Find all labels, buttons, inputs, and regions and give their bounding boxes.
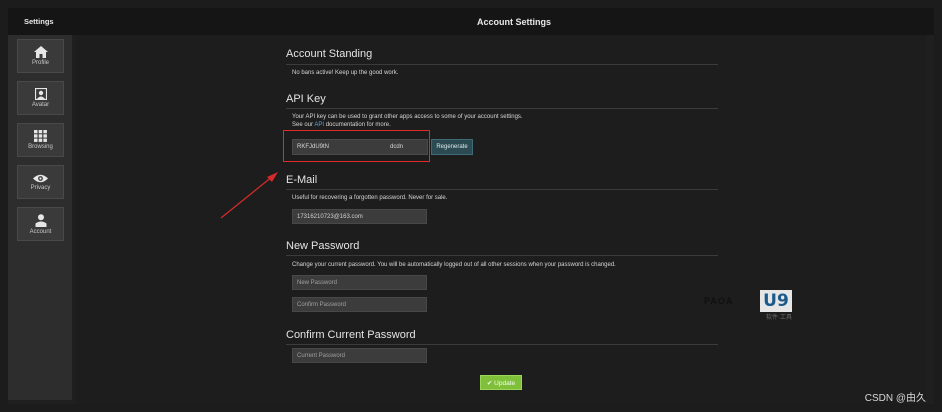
email-description: Useful for recovering a forgotten passwo…: [292, 195, 448, 201]
divider: [286, 189, 718, 190]
section-title-new-password: New Password: [286, 240, 360, 252]
sidebar-item-label: Browsing: [28, 144, 53, 150]
sidebar-item-label: Profile: [31, 60, 49, 66]
sidebar-item-label: Account: [29, 228, 52, 235]
divider: [286, 255, 718, 256]
watermark-text: PAOA: [704, 296, 734, 306]
email-field[interactable]: 17316210723@163.com: [292, 209, 427, 224]
avatar-icon: [34, 88, 47, 100]
sidebar-item-label: Avatar: [31, 102, 50, 108]
sidebar-item-account[interactable]: Account: [17, 207, 64, 241]
watermark-subtext: 软件·工具: [766, 315, 792, 321]
sidebar-item-avatar[interactable]: Avatar: [17, 81, 64, 115]
divider: [286, 64, 718, 65]
credit-text: CSDN @由久: [864, 393, 926, 404]
new-password-field[interactable]: New Password: [292, 275, 427, 290]
api-doc-note: See our API documentation for more.: [292, 122, 391, 128]
regenerate-button[interactable]: Regenerate: [431, 139, 473, 155]
page-title: Account Settings: [72, 8, 934, 35]
section-title-account-standing: Account Standing: [286, 48, 373, 60]
divider: [286, 344, 718, 345]
home-icon: [33, 46, 48, 58]
sidebar-item-browsing[interactable]: Browsing: [17, 123, 64, 157]
section-title-email: E-Mail: [286, 174, 318, 186]
annotation-highlight-box: [283, 130, 430, 162]
section-title-confirm-current-password: Confirm Current Password: [286, 329, 416, 341]
eye-icon: [33, 174, 48, 182]
annotation-arrow-icon: [220, 172, 278, 219]
sidebar-item-privacy[interactable]: Privacy: [17, 165, 64, 199]
doc-note-suffix: documentation for more.: [324, 122, 391, 128]
grid-icon: [34, 130, 47, 142]
user-icon: [35, 213, 46, 227]
sidebar-item-label: Privacy: [30, 184, 51, 191]
divider: [286, 108, 718, 109]
watermark-logo: U9: [760, 290, 792, 312]
api-description: Your API key can be used to grant other …: [292, 114, 523, 120]
sidebar-item-profile[interactable]: Profile: [17, 39, 64, 73]
standing-text: No bans active! Keep up the good work.: [292, 70, 399, 76]
doc-note-prefix: See our: [292, 122, 315, 128]
api-docs-link[interactable]: API: [314, 122, 324, 128]
update-button[interactable]: ✔ Update: [480, 375, 522, 390]
new-password-description: Change your current password. You will b…: [292, 262, 616, 268]
current-password-field[interactable]: Current Password: [292, 348, 427, 363]
confirm-password-field[interactable]: Confirm Password: [292, 297, 427, 312]
main-panel: [76, 35, 926, 404]
section-title-api-key: API Key: [286, 93, 326, 105]
